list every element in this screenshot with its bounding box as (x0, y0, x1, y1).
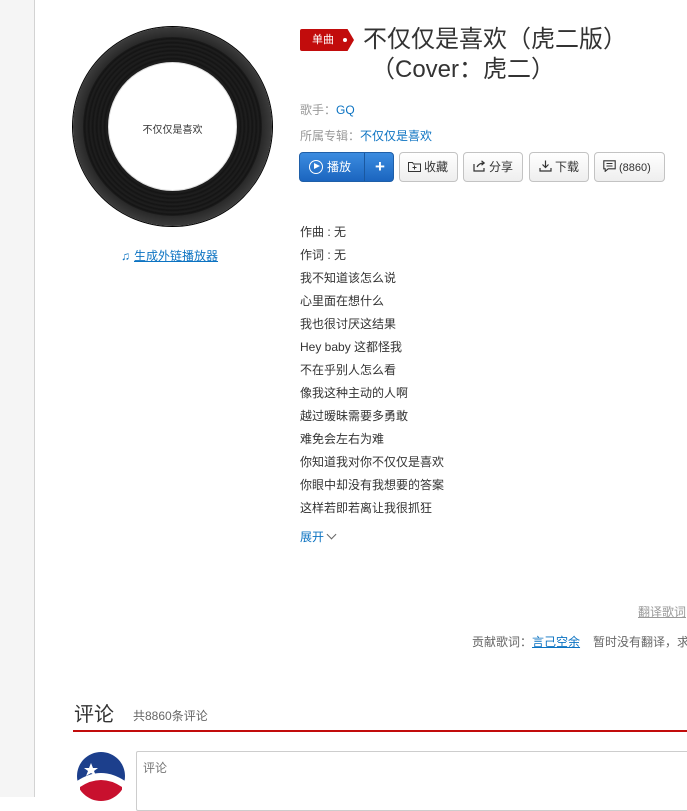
play-icon (309, 159, 323, 174)
lyric-line: 我不知道该怎么说 (300, 271, 397, 285)
share-label: 分享 (489, 160, 514, 174)
song-title: 不仅仅是喜欢（虎二版） （Cover：虎二） (363, 25, 683, 85)
album-row: 所属专辑：不仅仅是喜欢 (300, 127, 432, 144)
play-label: 播放 (327, 160, 352, 174)
ext-player-link[interactable]: ♫ 生成外链播放器 (121, 247, 218, 264)
comments-count-label: (8860) (619, 162, 651, 174)
lyric-line: 我也很讨厌这结果 (300, 317, 397, 331)
expand-lyrics-link[interactable]: 展开 (300, 528, 337, 545)
lyric-line: 你知道我对你不仅仅是喜欢 (300, 455, 445, 469)
lyric-line: 心里面在想什么 (300, 294, 385, 308)
singer-label: 歌手： (300, 103, 337, 117)
lyric-line: 不在乎别人怎么看 (300, 363, 397, 377)
folder-plus-icon (408, 153, 421, 181)
singer-row: 歌手：GQ (300, 101, 355, 118)
download-label: 下载 (555, 160, 580, 174)
translate-lyrics-link[interactable]: 翻译歌词 (638, 603, 686, 620)
lyric-line: Hey baby 这都怪我 (300, 340, 403, 354)
lyric-line: 你眼中却没有我想要的答案 (300, 478, 445, 492)
collect-button[interactable]: 收藏 (399, 152, 458, 182)
avatar[interactable] (76, 751, 126, 801)
song-title-line1: 不仅仅是喜欢（虎二版） (363, 26, 627, 53)
add-to-playlist-button[interactable]: + (364, 153, 393, 181)
single-tag: 单曲 (300, 29, 354, 51)
lyrics-block: 作曲 : 无 作词 : 无 我不知道该怎么说 心里面在想什么 我也很讨厌这结果 … (300, 224, 444, 523)
lyric-line: 越过暧昧需要多勇敢 (300, 409, 409, 423)
album-disc: 不仅仅是喜欢 (73, 27, 272, 226)
play-button-group: 播放 + (299, 152, 394, 182)
no-translation-text: 暂时没有翻译，求 (593, 635, 687, 649)
album-link[interactable]: 不仅仅是喜欢 (360, 129, 432, 143)
disc-label: 不仅仅是喜欢 (108, 62, 237, 191)
comments-header: 评论 共8860条评论 (73, 698, 687, 732)
download-icon (539, 153, 552, 181)
comment-input[interactable] (136, 751, 687, 811)
music-note-icon: ♫ (121, 249, 130, 263)
comment-icon (603, 153, 616, 181)
comments-button[interactable]: (8860) (594, 152, 665, 182)
singer-link[interactable]: GQ (336, 103, 355, 117)
lyric-line: 作曲 : 无 (300, 225, 347, 239)
share-button[interactable]: 分享 (463, 152, 523, 182)
expand-label: 展开 (300, 530, 325, 544)
contributor-row: 贡献歌词：言己空余 暂时没有翻译，求 (472, 633, 687, 650)
lyric-line: 难免会左右为难 (300, 432, 385, 446)
share-icon (473, 153, 486, 181)
lyric-line: 作词 : 无 (300, 248, 347, 262)
contrib-label: 贡献歌词： (472, 635, 533, 649)
left-gutter (0, 0, 35, 797)
chevron-down-icon (326, 529, 337, 540)
lyric-line: 这样若即若离让我很抓狂 (300, 501, 433, 515)
disc-label-text: 不仅仅是喜欢 (142, 125, 203, 136)
collect-label: 收藏 (424, 160, 449, 174)
lyric-line: 像我这种主动的人啊 (300, 386, 409, 400)
ext-player-label: 生成外链播放器 (134, 249, 219, 263)
comments-title: 评论 (74, 704, 114, 726)
song-title-line2: （Cover：虎二） (371, 56, 556, 83)
contributor-link[interactable]: 言己空余 (532, 635, 580, 649)
download-button[interactable]: 下载 (529, 152, 589, 182)
comments-count: 共8860条评论 (133, 709, 208, 723)
play-button[interactable]: 播放 (300, 153, 364, 181)
album-label: 所属专辑： (300, 129, 361, 143)
